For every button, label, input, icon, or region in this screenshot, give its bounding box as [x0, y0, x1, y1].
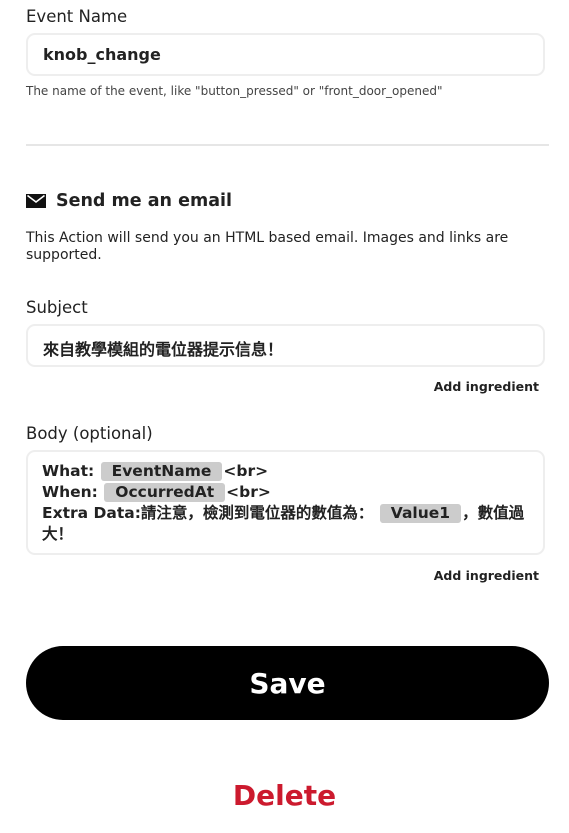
ingredient-chip-value1[interactable]: Value1	[379, 504, 462, 523]
body-line3-text: Extra Data:請注意，檢測到電位器的數值為：	[42, 504, 374, 522]
event-name-value: knob_change	[43, 45, 161, 64]
action-description: This Action will send you an HTML based …	[26, 230, 509, 263]
event-name-input[interactable]: knob_change	[26, 33, 545, 76]
ingredient-chip-occurredat[interactable]: OccurredAt	[104, 483, 226, 502]
subject-label: Subject	[26, 298, 88, 317]
body-line-what: What: EventName <br>	[42, 461, 529, 482]
event-name-helper: The name of the event, like "button_pres…	[26, 84, 443, 98]
body-textarea[interactable]: What: EventName <br> When: OccurredAt <br>…	[26, 450, 545, 555]
body-label: Body (optional)	[26, 424, 153, 443]
subject-input[interactable]: 來自教學模組的電位器提示信息！	[26, 324, 545, 367]
ingredient-chip-eventname[interactable]: EventName	[100, 462, 223, 481]
save-button[interactable]: Save	[26, 646, 549, 720]
subject-value: 來自教學模組的電位器提示信息！	[43, 340, 284, 359]
envelope-icon	[26, 194, 46, 208]
body-line1-suffix: <br>	[223, 462, 269, 480]
action-header: Send me an email	[26, 191, 232, 211]
delete-button[interactable]: Delete	[0, 779, 569, 812]
subject-add-ingredient-button[interactable]: Add ingredient	[434, 379, 539, 394]
body-line2-text: When:	[42, 483, 104, 501]
action-title: Send me an email	[56, 191, 233, 211]
section-divider	[26, 144, 549, 146]
body-line-when: When: OccurredAt <br>	[42, 482, 529, 503]
body-line2-suffix: <br>	[226, 483, 271, 501]
body-add-ingredient-button[interactable]: Add ingredient	[434, 568, 539, 583]
body-line-extra: Extra Data:請注意，檢測到電位器的數值為： Value1 ，數值過大！	[42, 503, 529, 545]
event-name-label: Event Name	[26, 7, 128, 26]
body-line1-text: What:	[42, 462, 100, 480]
